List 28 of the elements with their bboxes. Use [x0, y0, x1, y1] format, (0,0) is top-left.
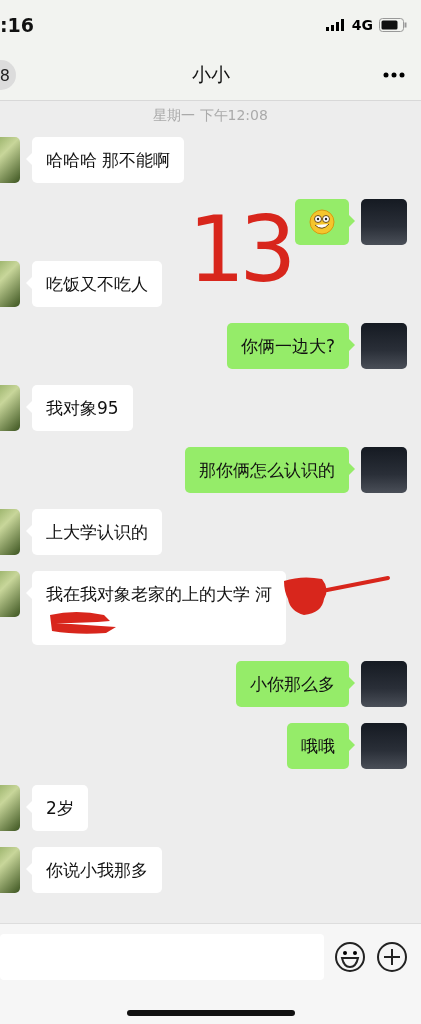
- message-text: 我对象95: [46, 398, 119, 418]
- message-text: 我在我对象老家的上的大学 河: [46, 584, 273, 604]
- message-text: 你说小我那多: [46, 860, 148, 880]
- message-text: 吃饭又不吃人: [46, 274, 148, 294]
- message-text: 小你那么多: [250, 674, 335, 694]
- message-text: 上大学认识的: [46, 522, 148, 542]
- more-options-icon[interactable]: [383, 72, 405, 78]
- avatar-photo-placeholder[interactable]: [361, 199, 407, 245]
- message-text: 那你俩怎么认识的: [199, 460, 335, 480]
- avatar-photo-placeholder[interactable]: [361, 323, 407, 369]
- network-type: 4G: [351, 17, 373, 33]
- message-timestamp: 星期一 下午12:08: [153, 107, 268, 125]
- unread-count-badge[interactable]: 8: [0, 60, 16, 90]
- avatar-photo-placeholder[interactable]: [361, 723, 407, 769]
- message-text: 2岁: [46, 798, 74, 818]
- message-text: 哦哦: [301, 736, 335, 756]
- emoji-icon[interactable]: [334, 941, 366, 973]
- chat-title: 小小: [191, 62, 230, 87]
- grinning-face-icon: [309, 209, 335, 235]
- avatar-photo-placeholder[interactable]: [361, 447, 407, 493]
- signal-icon: [325, 19, 346, 31]
- battery-icon: [379, 18, 407, 32]
- message-text: 哈哈哈 那不能啊: [46, 150, 171, 170]
- avatar-photo-placeholder[interactable]: [361, 661, 407, 707]
- message-text: 你俩一边大?: [240, 336, 335, 356]
- status-time: :16: [0, 14, 35, 36]
- plus-icon[interactable]: [376, 941, 408, 973]
- handwritten-number: 13: [188, 205, 291, 295]
